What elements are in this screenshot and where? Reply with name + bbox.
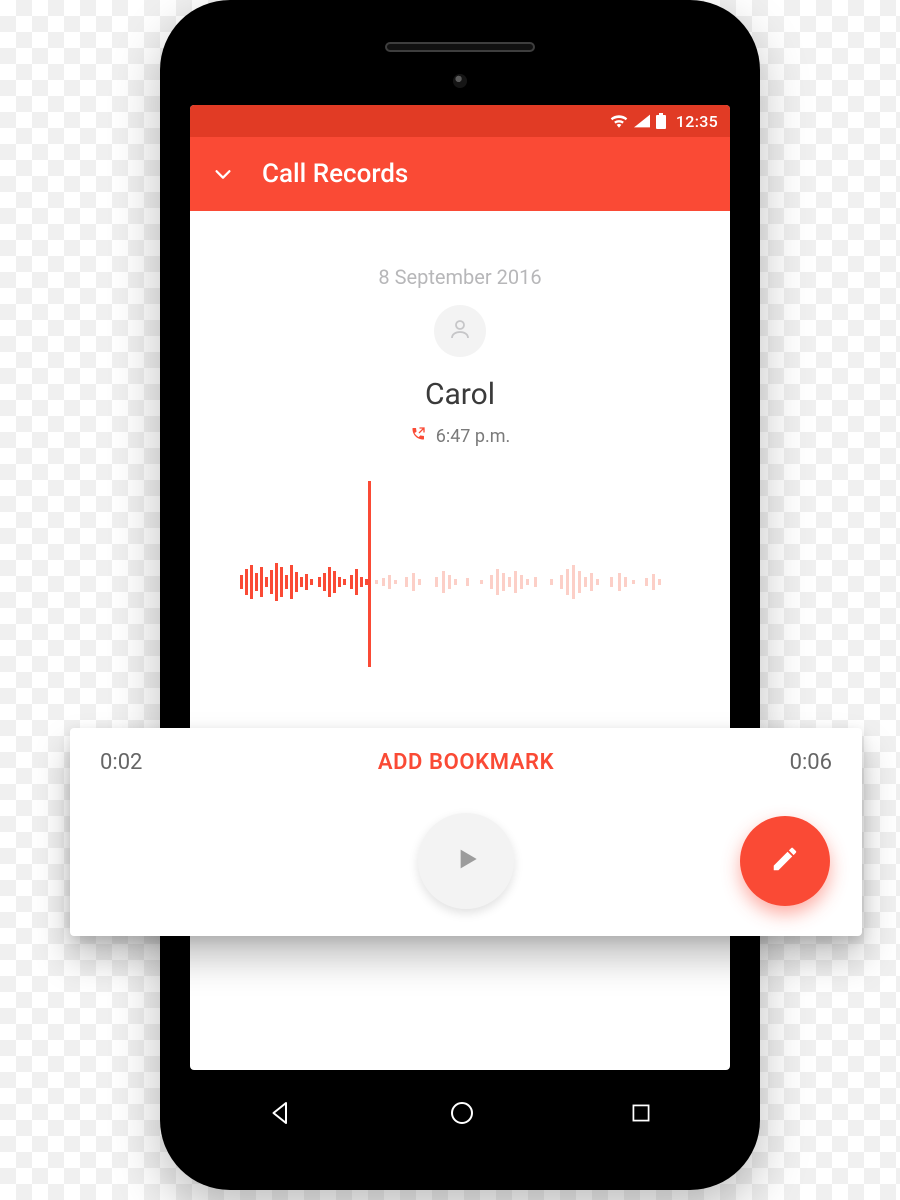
total-time: 0:06 xyxy=(790,750,832,775)
record-detail: 8 September 2016 Carol 6:47 p.m. xyxy=(190,211,730,1070)
call-time: 6:47 p.m. xyxy=(436,426,511,447)
call-meta: 6:47 p.m. xyxy=(410,426,511,447)
app-bar: Call Records xyxy=(190,137,730,211)
waveform-playhead[interactable] xyxy=(368,481,371,667)
play-icon xyxy=(450,843,482,879)
record-date: 8 September 2016 xyxy=(378,265,541,289)
elapsed-time: 0:02 xyxy=(100,750,142,775)
phone-camera xyxy=(453,74,467,88)
chevron-down-icon[interactable] xyxy=(212,163,234,185)
battery-icon xyxy=(656,113,666,129)
phone-frame: 12:35 Call Records 8 September 2016 Caro… xyxy=(160,0,760,1190)
phone-earpiece xyxy=(385,42,535,52)
audio-waveform[interactable] xyxy=(190,507,730,657)
nav-back-icon[interactable] xyxy=(266,1098,296,1132)
contact-name: Carol xyxy=(425,377,495,412)
outgoing-call-icon xyxy=(410,426,426,447)
cell-signal-icon xyxy=(634,114,650,128)
status-time: 12:35 xyxy=(676,112,718,131)
playback-panel: 0:02 ADD BOOKMARK 0:06 xyxy=(70,728,862,936)
contact-avatar[interactable] xyxy=(434,305,486,357)
pencil-icon xyxy=(770,844,800,878)
add-bookmark-button[interactable]: ADD BOOKMARK xyxy=(378,750,554,775)
android-nav-bar xyxy=(190,1070,730,1160)
edit-fab[interactable] xyxy=(740,816,830,906)
wifi-icon xyxy=(610,114,628,128)
app-bar-title: Call Records xyxy=(262,159,408,189)
nav-recent-icon[interactable] xyxy=(628,1100,654,1130)
nav-home-icon[interactable] xyxy=(447,1098,477,1132)
play-button[interactable] xyxy=(418,813,514,909)
person-icon xyxy=(448,317,472,345)
status-bar: 12:35 xyxy=(190,105,730,137)
